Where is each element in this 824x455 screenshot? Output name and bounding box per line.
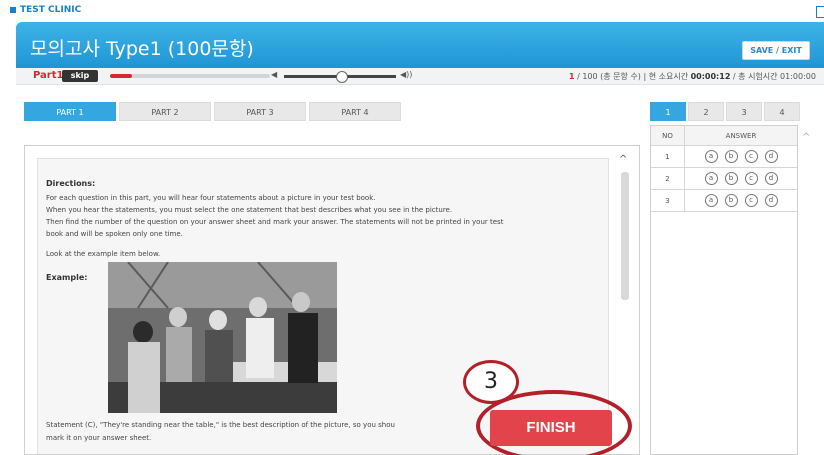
answer-options: a b c d (685, 168, 797, 189)
answer-page-tab-1[interactable]: 1 (650, 102, 686, 121)
audio-progress-fill (110, 74, 133, 78)
answer-row-number: 1 (651, 146, 685, 167)
option-c-radio[interactable]: c (744, 172, 758, 185)
look-instruction: Look at the example item below. (46, 250, 161, 258)
audio-progress-bar[interactable] (110, 74, 270, 78)
answer-options: a b c d (685, 146, 797, 167)
answer-row-number: 2 (651, 168, 685, 189)
option-a-radio[interactable]: a (704, 150, 718, 163)
top-strip: TEST CLINIC (0, 0, 824, 20)
brand-square-icon (10, 7, 16, 13)
directions-text: For each question in this part, you will… (46, 192, 602, 240)
volume-knob[interactable] (336, 71, 348, 83)
directions-line: When you hear the statements, you must s… (46, 206, 453, 214)
save-exit-button[interactable]: SAVE / EXIT (742, 41, 810, 60)
answer-page-tabs: 1 2 3 4 (650, 102, 800, 121)
exam-title: 모의고사 Type1 (100문항) (30, 38, 254, 60)
scroll-thumb[interactable] (621, 172, 629, 300)
option-c-radio[interactable]: c (744, 194, 758, 207)
volume-high-icon[interactable]: ◀)) (400, 70, 412, 79)
example-photo (108, 262, 337, 413)
audio-player: Part1 skip ◀ ◀)) 1 / 100 (총 문항 수) | 현 소요… (16, 68, 824, 85)
directions-line: For each question in this part, you will… (46, 194, 376, 202)
answer-page-tab-2[interactable]: 2 (688, 102, 724, 121)
example-label: Example: (46, 273, 88, 282)
answer-sheet-header: NO ANSWER (651, 126, 797, 146)
finish-button[interactable]: FINISH (490, 410, 612, 446)
exam-time-text: / 총 시험시간 01:00:00 (730, 72, 816, 81)
option-b-radio[interactable]: b (724, 172, 738, 185)
part-label: Part1 (33, 70, 64, 81)
step-number-badge: 3 (463, 360, 519, 404)
exam-window: TEST CLINIC 모의고사 Type1 (100문항) SAVE / EX… (0, 0, 824, 455)
corner-icon[interactable] (816, 6, 824, 18)
tab-part-2[interactable]: PART 2 (119, 102, 211, 121)
answer-row: 3 a b c d (651, 190, 797, 212)
elapsed-time: 00:00:12 (690, 72, 731, 81)
answer-row: 2 a b c d (651, 168, 797, 190)
exam-timer: 1 / 100 (총 문항 수) | 현 소요시간 00:00:12 / 총 시… (569, 71, 816, 82)
tab-part-3[interactable]: PART 3 (214, 102, 306, 121)
answer-row-number: 3 (651, 190, 685, 211)
option-b-radio[interactable]: b (724, 194, 738, 207)
option-d-radio[interactable]: d (764, 150, 778, 163)
option-d-radio[interactable]: d (764, 172, 778, 185)
answer-page-tab-3[interactable]: 3 (726, 102, 762, 121)
answer-options: a b c d (685, 190, 797, 211)
answer-sheet: NO ANSWER 1 a b c d 2 a b c d 3 a b c d (650, 125, 798, 455)
option-a-radio[interactable]: a (704, 172, 718, 185)
tab-part-1[interactable]: PART 1 (24, 102, 116, 121)
answer-row: 1 a b c d (651, 146, 797, 168)
directions-line: Then find the number of the question on … (46, 218, 504, 226)
skip-button[interactable]: skip (62, 70, 98, 82)
exam-header: 모의고사 Type1 (100문항) SAVE / EXIT (16, 22, 824, 68)
scroll-up-icon[interactable]: ^ (619, 154, 627, 165)
brand: TEST CLINIC (10, 5, 81, 15)
example-photo-art (108, 262, 337, 413)
directions-line: book and will be spoken only one time. (46, 230, 183, 238)
question-total-text: / 100 (총 문항 수) | 현 소요시간 (574, 72, 691, 81)
tab-part-4[interactable]: PART 4 (309, 102, 401, 121)
volume-low-icon[interactable]: ◀ (271, 70, 277, 79)
option-b-radio[interactable]: b (724, 150, 738, 163)
option-a-radio[interactable]: a (704, 194, 718, 207)
part-tabs: PART 1 PART 2 PART 3 PART 4 (24, 102, 401, 121)
option-c-radio[interactable]: c (744, 150, 758, 163)
option-d-radio[interactable]: d (764, 194, 778, 207)
answer-page-tab-4[interactable]: 4 (764, 102, 800, 121)
directions-title: Directions: (46, 179, 96, 188)
brand-label: TEST CLINIC (20, 5, 82, 15)
answer-scroll-up-icon[interactable]: ^ (802, 132, 810, 143)
column-no: NO (651, 126, 685, 145)
column-answer: ANSWER (725, 132, 757, 140)
